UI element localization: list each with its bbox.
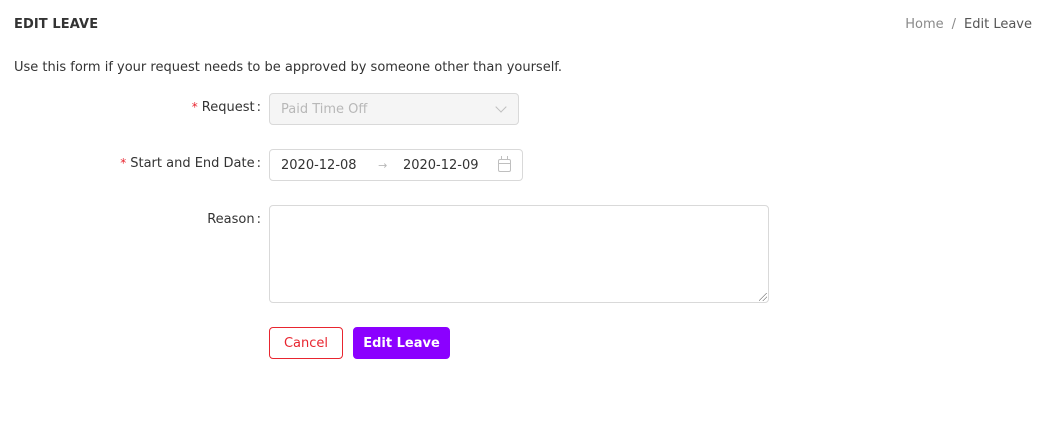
required-mark: * [191,100,198,114]
date-range-label: * Start and End Date: [120,156,261,171]
breadcrumb-separator: / [951,17,957,32]
breadcrumb-current: Edit Leave [964,17,1032,32]
label-colon: : [256,212,261,227]
start-date-input[interactable]: 2020-12-08 [281,158,376,173]
reason-textarea[interactable] [269,205,769,303]
request-label: * Request: [192,100,261,115]
required-mark: * [120,156,127,170]
end-date-input[interactable]: 2020-12-09 [403,158,498,173]
date-range-picker[interactable]: 2020-12-08 → 2020-12-09 [269,149,523,181]
edit-leave-button[interactable]: Edit Leave [353,327,450,359]
edit-leave-page: EDIT LEAVE Home / Edit Leave Use this fo… [0,0,1050,439]
resize-handle-icon[interactable] [759,293,767,301]
breadcrumb-home-link[interactable]: Home [905,17,943,32]
label-colon: : [256,100,261,115]
chevron-down-icon [495,101,507,113]
request-select[interactable]: Paid Time Off [269,93,519,125]
reason-label-text: Reason [207,212,255,227]
page-title: EDIT LEAVE [14,17,99,32]
breadcrumb: Home / Edit Leave [905,17,1032,32]
request-label-text: Request [201,100,255,115]
calendar-icon[interactable] [498,155,511,172]
intro-text: Use this form if your request needs to b… [14,60,563,75]
request-select-value: Paid Time Off [281,101,368,117]
label-colon: : [256,156,261,171]
date-range-label-text: Start and End Date [130,156,255,171]
reason-label: Reason: [207,212,261,227]
arrow-right-icon: → [378,158,388,172]
cancel-button[interactable]: Cancel [269,327,343,359]
